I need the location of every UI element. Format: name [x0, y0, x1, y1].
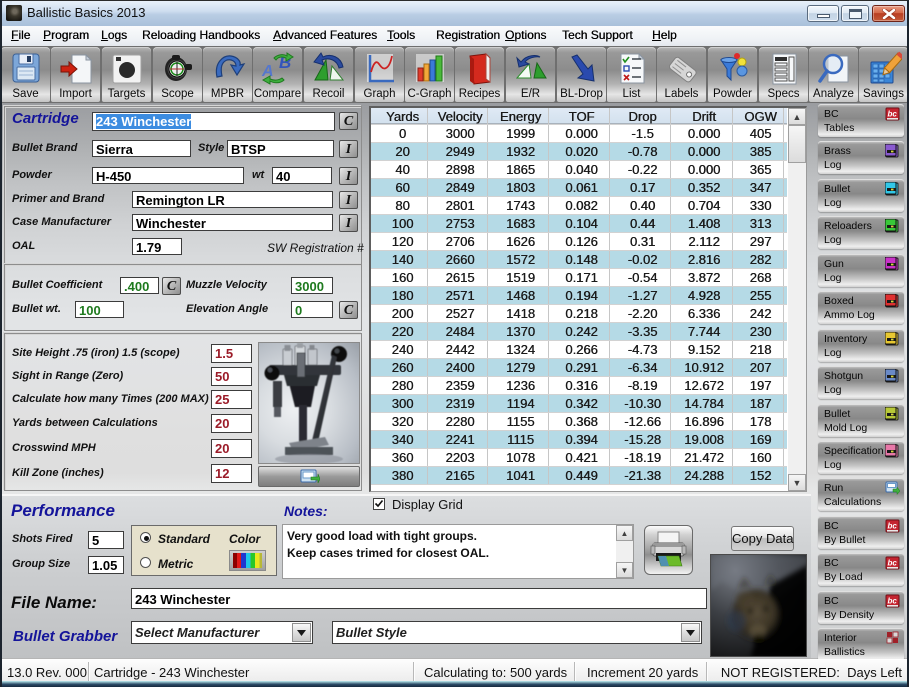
svg-text:bc: bc — [888, 522, 898, 531]
svg-text:bc: bc — [888, 559, 898, 568]
svg-text:bc: bc — [888, 597, 898, 606]
svg-text:bc: bc — [888, 110, 898, 119]
